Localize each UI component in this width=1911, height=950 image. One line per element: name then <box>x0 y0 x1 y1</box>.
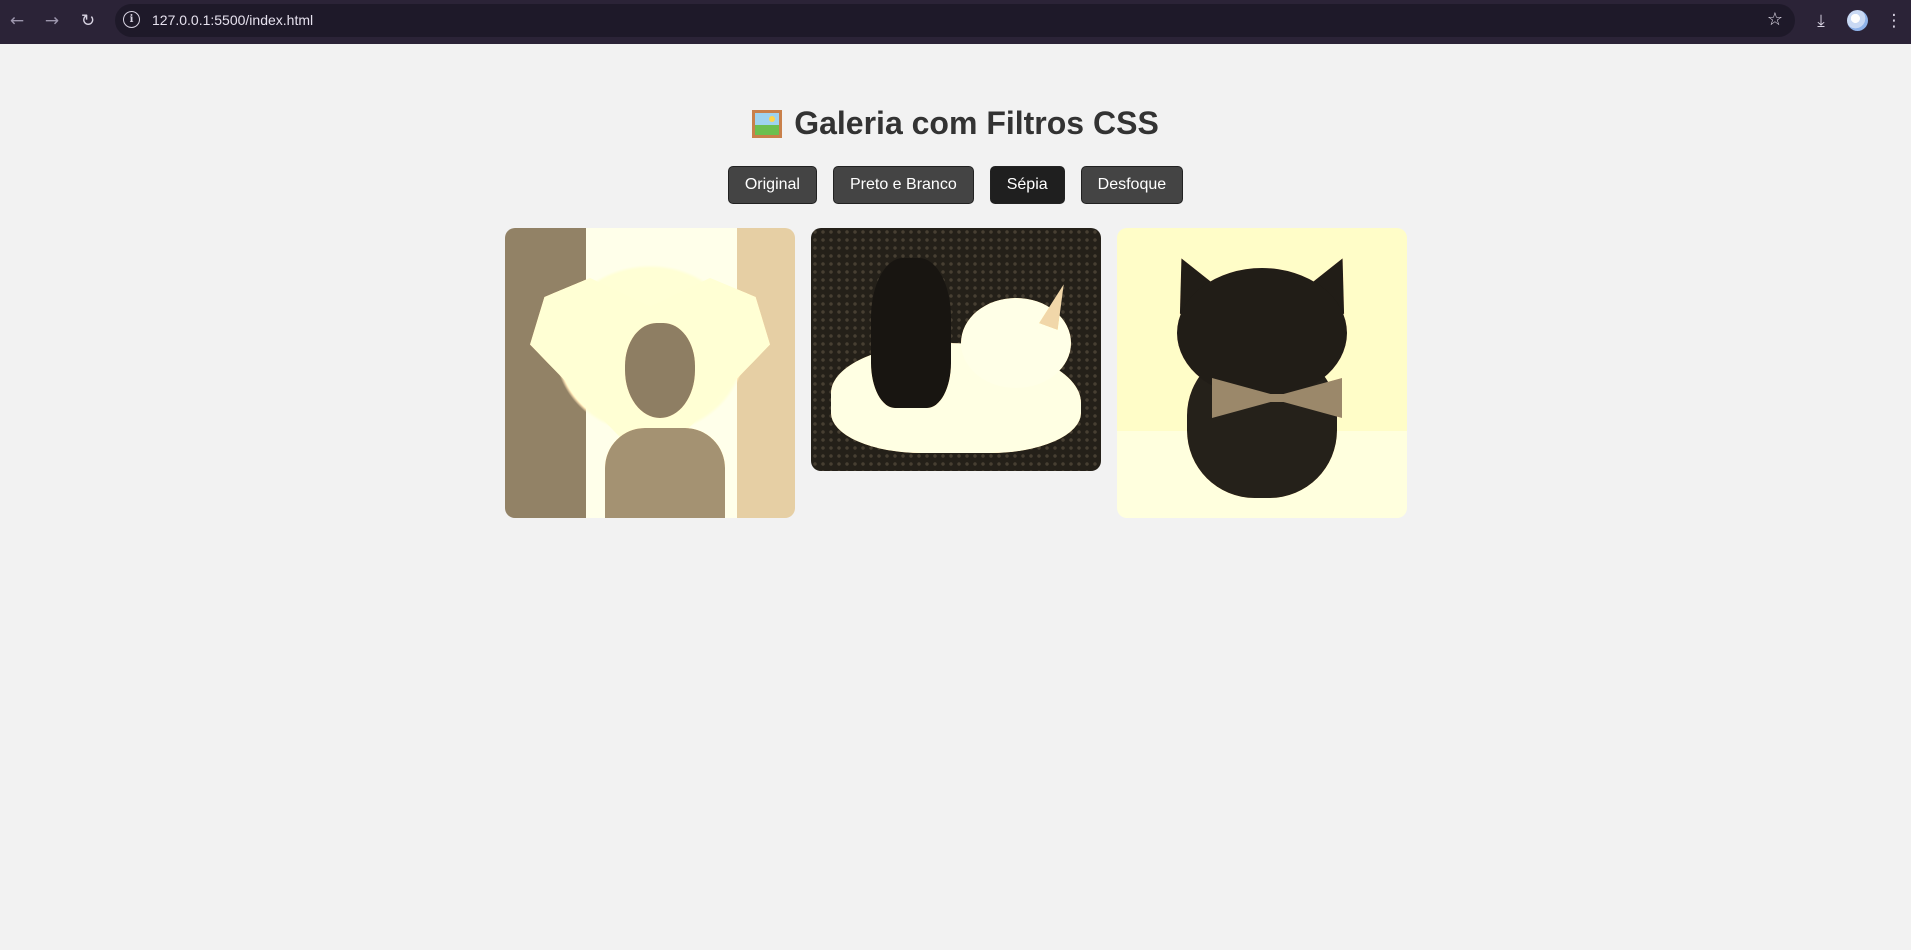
gallery-image-kitten-unicorn <box>811 228 1101 471</box>
bookmark-star-icon[interactable]: ☆ <box>1767 9 1783 30</box>
profile-avatar[interactable] <box>1847 10 1868 31</box>
filter-buttons: Original Preto e Branco Sépia Desfoque <box>0 166 1911 204</box>
filter-sepia-button[interactable]: Sépia <box>989 166 1065 204</box>
url-text[interactable]: 127.0.0.1:5500/index.html <box>152 12 313 28</box>
menu-icon[interactable]: ⋮ <box>1881 8 1907 34</box>
image-gallery <box>505 228 1407 518</box>
header: Galeria com Filtros CSS <box>0 105 1911 142</box>
download-icon[interactable]: ⤓ <box>1808 8 1834 34</box>
gallery-image-kitten-bow <box>1117 228 1407 518</box>
filter-original-button[interactable]: Original <box>727 166 817 204</box>
filter-grayscale-button[interactable]: Preto e Branco <box>832 166 974 204</box>
reload-icon[interactable]: ↻ <box>75 8 101 34</box>
back-icon[interactable]: ← <box>4 8 30 34</box>
forward-icon[interactable]: → <box>39 8 65 34</box>
browser-toolbar: ← → ↻ i 127.0.0.1:5500/index.html ☆ ⤓ ⋮ <box>0 0 1911 44</box>
filter-blur-button[interactable]: Desfoque <box>1080 166 1184 204</box>
address-bar[interactable]: i 127.0.0.1:5500/index.html ☆ <box>115 4 1795 37</box>
site-info-icon[interactable]: i <box>123 11 140 28</box>
page-content: Galeria com Filtros CSS Original Preto e… <box>0 44 1911 950</box>
page-title: Galeria com Filtros CSS <box>752 105 1159 142</box>
page-title-text: Galeria com Filtros CSS <box>794 105 1159 141</box>
gallery-image-dog <box>505 228 795 518</box>
framed-picture-icon <box>752 109 783 138</box>
